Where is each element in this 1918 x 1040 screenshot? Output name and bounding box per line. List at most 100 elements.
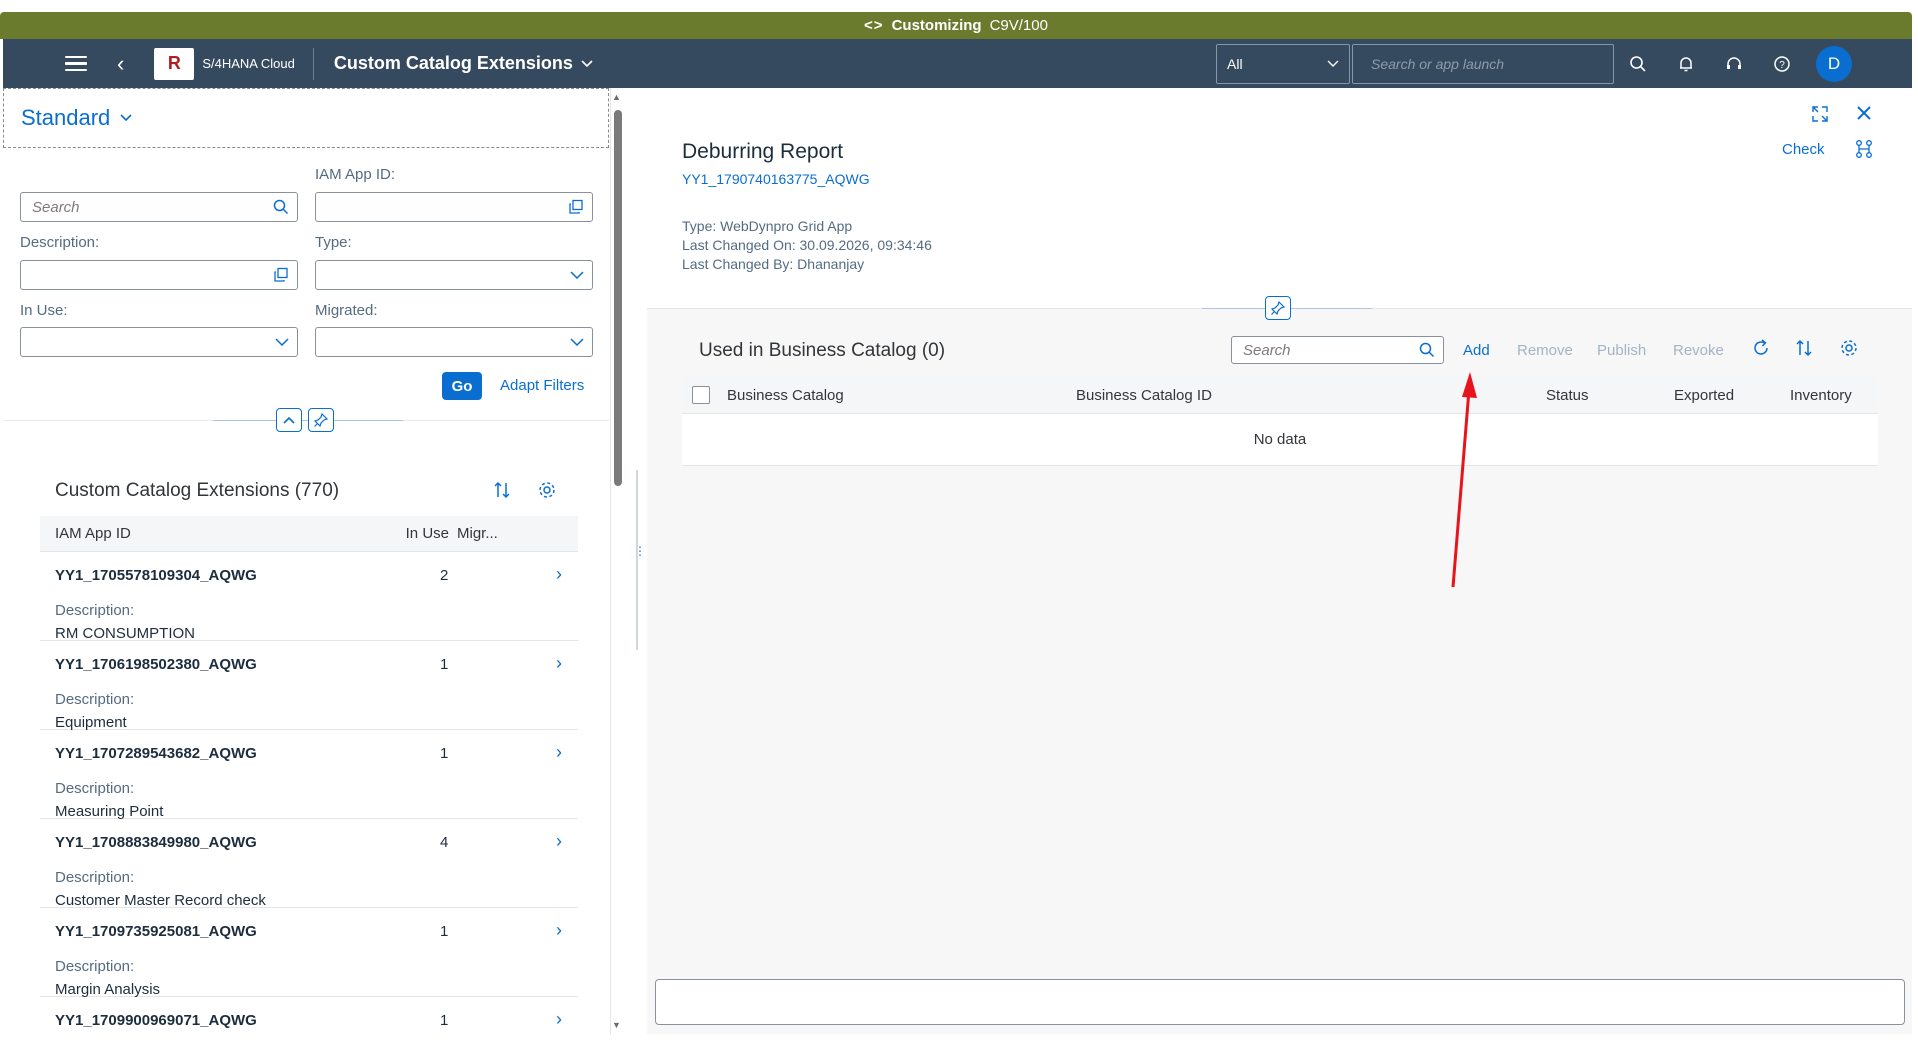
- user-avatar[interactable]: D: [1816, 45, 1852, 82]
- variant-name: Standard: [21, 105, 111, 130]
- object-subtitle[interactable]: YY1_1790740163775_AQWG: [682, 171, 870, 187]
- object-title: Deburring Report: [682, 140, 844, 163]
- shell-header: ‹ R S/4HANA Cloud Custom Catalog Extensi…: [3, 39, 1912, 88]
- settings-icon[interactable]: [1839, 338, 1859, 363]
- no-data-text: No data: [1253, 431, 1307, 448]
- type-select[interactable]: [315, 260, 593, 290]
- sort-icon[interactable]: [1794, 338, 1814, 363]
- iam-app-id-input[interactable]: [315, 192, 593, 222]
- item-description-label: Description:: [55, 602, 135, 619]
- sort-icon[interactable]: [492, 480, 512, 505]
- chevron-right-icon[interactable]: ›: [556, 920, 562, 941]
- column-migrated: Migr...: [457, 525, 498, 542]
- chevron-up-icon: [283, 416, 295, 424]
- migrated-select[interactable]: [315, 327, 593, 357]
- in-use-label: In Use:: [20, 302, 68, 319]
- list-item[interactable]: YY1_1709900969071_AQWG 1 ›: [40, 997, 578, 1034]
- scroll-down-icon[interactable]: ▼: [612, 1020, 621, 1030]
- chevron-right-icon[interactable]: ›: [556, 653, 562, 674]
- layout-splitter[interactable]: ⋮: [634, 470, 646, 650]
- refresh-icon[interactable]: [1751, 338, 1771, 363]
- item-in-use: 1: [440, 1012, 449, 1029]
- menu-icon[interactable]: [65, 55, 87, 72]
- search-icon[interactable]: [1614, 55, 1662, 73]
- splitter-grip-icon[interactable]: ⋮: [634, 545, 646, 572]
- item-in-use: 4: [440, 834, 449, 851]
- chevron-right-icon[interactable]: ›: [556, 831, 562, 852]
- list-item[interactable]: YY1_1707289543682_AQWG 1 › Description: …: [40, 730, 578, 820]
- detail-panel: Deburring Report YY1_1790740163775_AQWG …: [647, 88, 1912, 1034]
- list-item[interactable]: YY1_1708883849980_AQWG 4 › Description: …: [40, 819, 578, 909]
- check-button[interactable]: Check: [1782, 141, 1825, 158]
- revoke-button[interactable]: Revoke: [1673, 342, 1724, 359]
- search-scope-select[interactable]: All: [1216, 43, 1350, 84]
- pin-header-button[interactable]: [308, 408, 334, 432]
- system-title: Customizing: [891, 17, 982, 34]
- help-icon[interactable]: ?: [1758, 55, 1806, 73]
- item-id: YY1_1705578109304_AQWG: [55, 567, 257, 584]
- app-title: Custom Catalog Extensions: [333, 53, 573, 73]
- variant-selector[interactable]: Standard: [3, 88, 609, 148]
- chevron-down-icon: [570, 338, 584, 346]
- company-logo[interactable]: R: [154, 47, 195, 80]
- column-status: Status: [1546, 387, 1589, 404]
- item-id: YY1_1709735925081_AQWG: [55, 923, 257, 940]
- search-scope-value: All: [1227, 55, 1243, 72]
- column-business-catalog-id: Business Catalog ID: [1076, 387, 1212, 404]
- in-use-select[interactable]: [20, 327, 298, 357]
- chevron-right-icon[interactable]: ›: [556, 1009, 562, 1030]
- select-all-checkbox[interactable]: [692, 386, 710, 404]
- add-button[interactable]: Add: [1463, 342, 1490, 359]
- item-id: YY1_1707289543682_AQWG: [55, 745, 257, 762]
- chevron-right-icon[interactable]: ›: [556, 564, 562, 585]
- pin-icon: [314, 413, 328, 427]
- list-item[interactable]: YY1_1706198502380_AQWG 1 › Description: …: [40, 641, 578, 731]
- master-panel: Standard IAM App ID: Search Description:…: [3, 88, 611, 1034]
- remove-button[interactable]: Remove: [1517, 342, 1573, 359]
- section-title: Used in Business Catalog (0): [699, 340, 946, 361]
- description-input[interactable]: [20, 260, 298, 290]
- collapse-header-button[interactable]: [276, 408, 302, 432]
- value-help-icon[interactable]: [568, 199, 584, 215]
- scrollbar-thumb[interactable]: [614, 110, 622, 486]
- list-item[interactable]: YY1_1705578109304_AQWG 2 › Description: …: [40, 552, 578, 642]
- list-header: IAM App ID In Use Migr...: [40, 516, 578, 552]
- item-description: Measuring Point: [55, 803, 164, 820]
- object-changed-on: Last Changed On: 30.09.2026, 09:34:46: [682, 237, 932, 253]
- headset-icon[interactable]: [1710, 55, 1758, 73]
- no-data-row: No data: [682, 414, 1878, 466]
- search-input[interactable]: Search: [20, 192, 298, 222]
- system-bar: <> Customizing C9V/100: [0, 12, 1912, 39]
- scroll-up-icon[interactable]: ▲: [612, 92, 621, 102]
- value-help-icon[interactable]: [273, 267, 289, 283]
- type-label: Type:: [315, 234, 352, 251]
- publish-button[interactable]: Publish: [1597, 342, 1646, 359]
- shell-search-input[interactable]: Search or app launch: [1352, 43, 1614, 84]
- chevron-right-icon[interactable]: ›: [556, 742, 562, 763]
- app-title-menu[interactable]: Custom Catalog Extensions: [334, 53, 593, 74]
- filter-bar: IAM App ID: Search Description: Type: In…: [3, 148, 609, 510]
- pin-icon: [1271, 301, 1285, 315]
- table-search-input[interactable]: Search: [1231, 336, 1444, 364]
- item-description-label: Description:: [55, 958, 135, 975]
- bell-icon[interactable]: [1662, 55, 1710, 73]
- back-icon[interactable]: ‹: [117, 52, 124, 75]
- fullscreen-icon[interactable]: [1810, 104, 1830, 129]
- search-icon[interactable]: [1419, 342, 1435, 358]
- adapt-filters-link[interactable]: Adapt Filters: [500, 377, 584, 394]
- object-header: Deburring Report YY1_1790740163775_AQWG …: [647, 88, 1912, 308]
- hierarchy-icon[interactable]: [1854, 139, 1874, 164]
- chevron-down-icon: [120, 114, 132, 122]
- go-button[interactable]: Go: [442, 372, 482, 400]
- item-description-label: Description:: [55, 780, 135, 797]
- description-label: Description:: [20, 234, 100, 251]
- master-scrollbar[interactable]: ▲ ▼: [611, 92, 623, 1032]
- pin-header-button[interactable]: [1265, 296, 1291, 320]
- search-icon[interactable]: [273, 199, 289, 215]
- code-icon: <>: [864, 17, 884, 34]
- close-icon[interactable]: [1855, 104, 1873, 127]
- item-description-label: Description:: [55, 691, 135, 708]
- list-item[interactable]: YY1_1709735925081_AQWG 1 › Description: …: [40, 908, 578, 998]
- settings-icon[interactable]: [537, 480, 557, 505]
- item-in-use: 1: [440, 656, 449, 673]
